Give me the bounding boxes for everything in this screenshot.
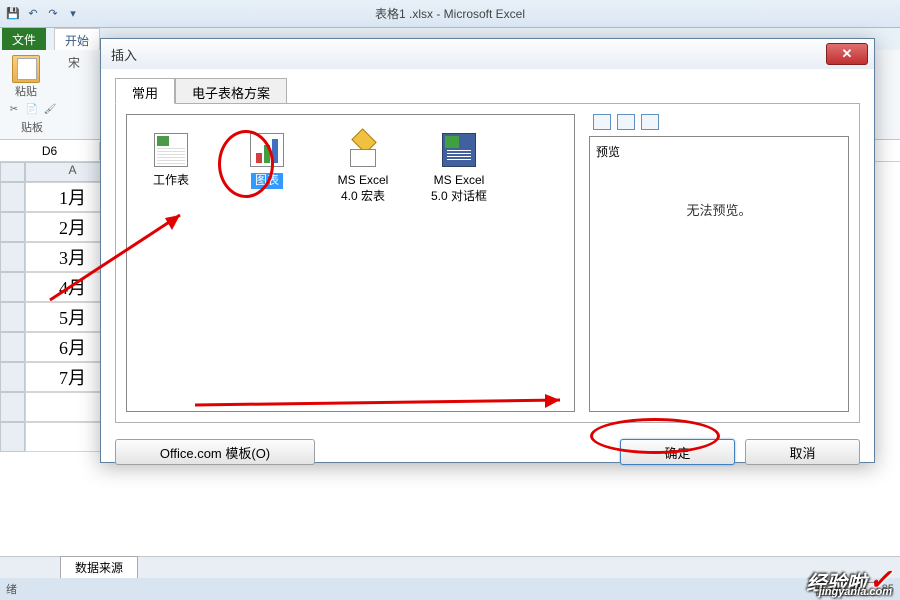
dialog-body: 常用 电子表格方案 工作表 图表 MS Excel 4.0 宏表 bbox=[101, 69, 874, 431]
item-label: MS Excel 4.0 宏表 bbox=[329, 173, 397, 204]
row-header[interactable] bbox=[0, 422, 25, 452]
format-painter-icon[interactable]: 🖌 bbox=[42, 101, 58, 117]
paste-label: 粘贴 bbox=[15, 83, 37, 99]
item-label: 图表 bbox=[251, 173, 283, 189]
sheet-tab[interactable]: 数据来源 bbox=[60, 556, 138, 579]
paste-button[interactable]: 粘贴 bbox=[6, 54, 46, 99]
close-icon: ✕ bbox=[842, 46, 853, 62]
dialog-tabs: 常用 电子表格方案 bbox=[115, 77, 860, 103]
row-header[interactable] bbox=[0, 242, 25, 272]
dialog-titlebar[interactable]: 插入 ✕ bbox=[101, 39, 874, 69]
item-chart[interactable]: 图表 bbox=[233, 131, 301, 189]
insert-dialog: 插入 ✕ 常用 电子表格方案 工作表 图表 MS Excel 4.0 宏 bbox=[100, 38, 875, 463]
watermark-url: jingyanla.com bbox=[819, 586, 892, 598]
item-macro-sheet[interactable]: MS Excel 4.0 宏表 bbox=[329, 131, 397, 204]
save-icon[interactable]: 💾 bbox=[4, 4, 22, 22]
worksheet-icon bbox=[152, 131, 190, 169]
status-bar: 绪 85 bbox=[0, 578, 900, 600]
tab-start[interactable]: 开始 bbox=[54, 28, 100, 50]
copy-icon[interactable]: 📄 bbox=[24, 101, 40, 117]
redo-icon[interactable]: ↷ bbox=[44, 4, 62, 22]
qat-dropdown-icon[interactable]: ▾ bbox=[64, 4, 82, 22]
name-box[interactable]: D6 bbox=[0, 142, 100, 160]
cancel-button[interactable]: 取消 bbox=[745, 439, 860, 465]
preview-box: 预览 无法预览。 bbox=[589, 136, 849, 412]
ok-button[interactable]: 确定 bbox=[620, 439, 735, 465]
sheet-tabs-bar: 数据来源 bbox=[0, 556, 900, 578]
preview-message: 无法预览。 bbox=[596, 200, 842, 219]
row-header[interactable] bbox=[0, 362, 25, 392]
dialog-title: 插入 bbox=[111, 45, 137, 64]
tab-spreadsheet-solutions[interactable]: 电子表格方案 bbox=[175, 78, 287, 104]
preview-title: 预览 bbox=[596, 143, 842, 160]
chart-icon bbox=[248, 131, 286, 169]
undo-icon[interactable]: ↶ bbox=[24, 4, 42, 22]
preview-pane: 预览 无法预览。 bbox=[589, 114, 849, 412]
tab-common[interactable]: 常用 bbox=[115, 78, 175, 104]
titlebar: 💾 ↶ ↷ ▾ 表格1 .xlsx - Microsoft Excel bbox=[0, 0, 900, 28]
tab-file[interactable]: 文件 bbox=[2, 28, 46, 50]
row-header[interactable] bbox=[0, 302, 25, 332]
template-list[interactable]: 工作表 图表 MS Excel 4.0 宏表 MS Excel 5.0 对话框 bbox=[126, 114, 575, 412]
row-header[interactable] bbox=[0, 182, 25, 212]
status-text: 绪 bbox=[6, 581, 17, 597]
item-dialog-sheet[interactable]: MS Excel 5.0 对话框 bbox=[425, 131, 493, 204]
item-worksheet[interactable]: 工作表 bbox=[137, 131, 205, 189]
close-button[interactable]: ✕ bbox=[826, 43, 868, 65]
clipboard-label: 贴板 bbox=[6, 119, 58, 135]
item-label: 工作表 bbox=[153, 173, 189, 189]
row-header[interactable] bbox=[0, 332, 25, 362]
view-detail-icon[interactable] bbox=[641, 114, 659, 130]
dialog-sheet-icon bbox=[440, 131, 478, 169]
font-group: 宋 bbox=[68, 54, 80, 135]
select-all-corner[interactable] bbox=[0, 162, 25, 182]
font-label: 宋 bbox=[68, 54, 80, 71]
view-list-icon[interactable] bbox=[617, 114, 635, 130]
dialog-footer: Office.com 模板(O) 确定 取消 bbox=[101, 431, 874, 477]
quick-access-toolbar: 💾 ↶ ↷ ▾ bbox=[4, 4, 82, 22]
row-header[interactable] bbox=[0, 212, 25, 242]
item-label: MS Excel 5.0 对话框 bbox=[425, 173, 493, 204]
macro-icon bbox=[344, 131, 382, 169]
cut-icon[interactable]: ✂ bbox=[6, 101, 22, 117]
view-large-icon[interactable] bbox=[593, 114, 611, 130]
row-header[interactable] bbox=[0, 272, 25, 302]
clipboard-group: 粘贴 ✂ 📄 🖌 贴板 bbox=[6, 54, 58, 135]
watermark: 经验啦 ✓ jingyanla.com bbox=[807, 563, 892, 596]
paste-icon bbox=[12, 55, 40, 83]
view-mode-icons bbox=[589, 114, 849, 130]
window-title: 表格1 .xlsx - Microsoft Excel bbox=[375, 5, 525, 22]
office-templates-button[interactable]: Office.com 模板(O) bbox=[115, 439, 315, 465]
dialog-content: 工作表 图表 MS Excel 4.0 宏表 MS Excel 5.0 对话框 bbox=[115, 103, 860, 423]
row-header[interactable] bbox=[0, 392, 25, 422]
